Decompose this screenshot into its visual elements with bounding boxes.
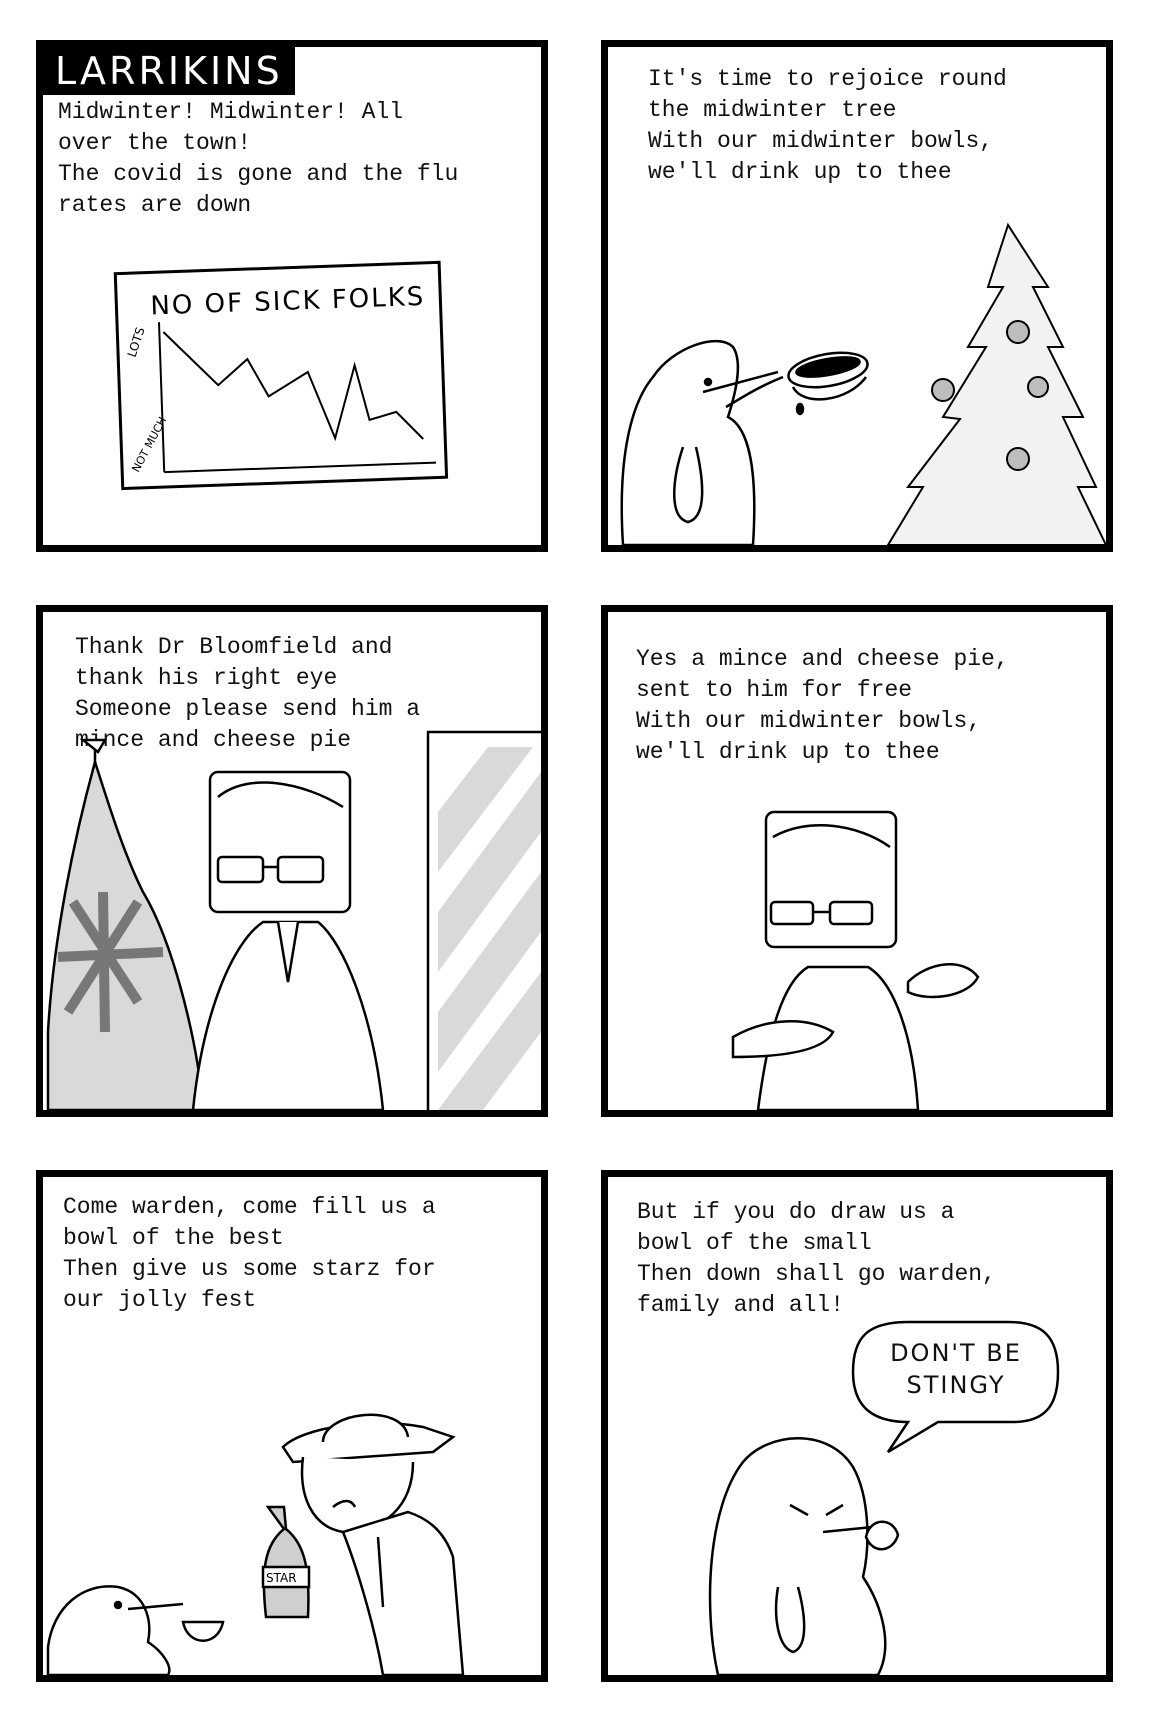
stingy-kiwi-drawing [708,1320,1060,1675]
kiwi-bird-icon [620,339,784,545]
doctor-figure-icon [191,770,385,1110]
kiwi-and-tree-drawing [620,222,1106,545]
flag-icon [46,738,205,1110]
comic-panel-6: But if you do draw us a bowl of the smal… [601,1170,1113,1682]
pie-doctor-drawing [731,810,980,1110]
kiwi-with-cup-icon [46,1585,225,1675]
window-icon [426,730,541,1110]
doctor-with-pie-icon [731,810,980,1110]
christmas-tree-icon [886,222,1106,545]
comic-panel-1: LARRIKINS Midwinter! Midwinter! All over… [36,40,548,552]
warden-figure-icon [281,1413,465,1675]
comic-panel-5: Come warden, come fill us a bowl of the … [36,1170,548,1682]
speech-bubble-text: DON'T BE STINGY [890,1339,1022,1399]
sick-folks-chart-sign: NO OF SICK FOLKS LOTS NOT MUCH [113,260,449,491]
comic-panel-2: It's time to rejoice round the midwinter… [601,40,1113,552]
dr-bloomfield-drawing [46,730,541,1110]
midwinter-bowl-icon [787,351,869,416]
warden-drawing: STAR [46,1413,465,1675]
soda-bottle-icon: STAR [261,1505,311,1619]
bottle-label: STAR [266,1571,297,1585]
comic-panel-3: Thank Dr Bloomfield and thank his right … [36,605,548,1117]
angry-kiwi-icon [708,1437,900,1675]
comic-panel-4: Yes a mince and cheese pie, sent to him … [601,605,1113,1117]
